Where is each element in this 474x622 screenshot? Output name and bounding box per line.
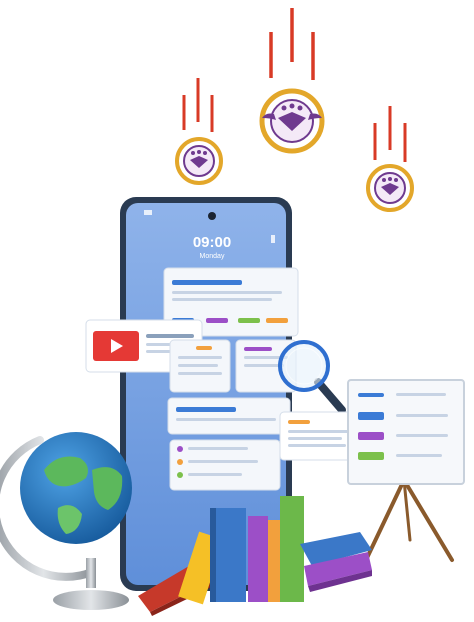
phone-time: 09:00: [193, 234, 231, 251]
book: [248, 516, 268, 602]
content-card-list: [169, 439, 281, 491]
illustration-canvas: 09:00 Monday: [0, 8, 465, 616]
content-card-middle-left: [169, 339, 231, 393]
globe-base: [53, 590, 129, 610]
phone-day: Monday: [200, 253, 225, 260]
camera-icon: [208, 212, 216, 220]
battery-icon: [271, 235, 275, 243]
book: [280, 496, 304, 602]
signal-icon: [144, 210, 152, 215]
presentation-easel-icon: [347, 379, 465, 562]
globe-stand: [86, 558, 96, 588]
coin-right: [366, 106, 414, 212]
coin-center: [259, 8, 325, 154]
content-card-lower: [167, 397, 291, 435]
globe-icon: [0, 432, 132, 610]
falling-coins: [175, 8, 414, 212]
coin-left: [175, 78, 223, 185]
